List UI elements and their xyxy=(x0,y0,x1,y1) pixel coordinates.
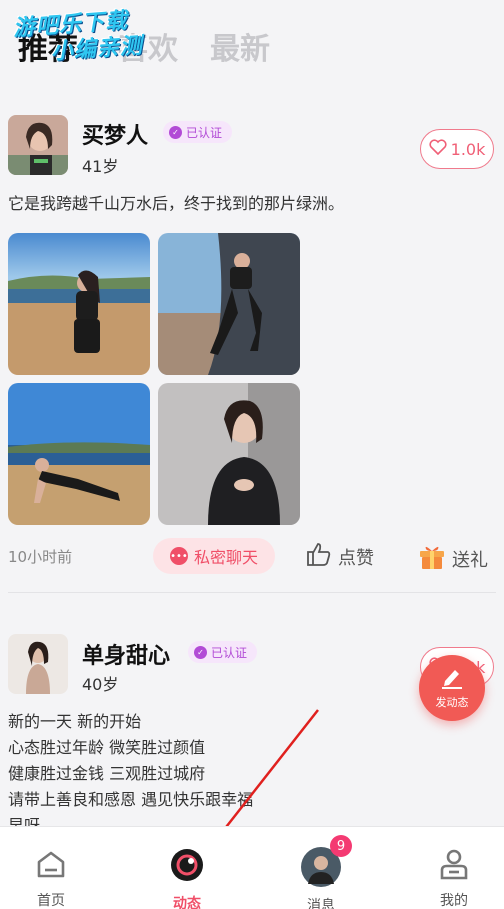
post-photo[interactable] xyxy=(8,233,150,375)
send-gift-button[interactable]: 送礼 xyxy=(418,542,488,575)
nav-moments-label: 动态 xyxy=(173,896,201,909)
gift-label: 送礼 xyxy=(452,549,488,571)
profile-icon xyxy=(439,847,469,880)
nav-home-label: 首页 xyxy=(37,893,65,909)
like-button[interactable]: 点赞 xyxy=(306,542,374,571)
bottom-nav: 首页 动态 9 消息 我的 xyxy=(0,826,504,909)
verified-badge: ✓ 已认证 xyxy=(188,641,258,663)
private-chat-button[interactable]: ••• 私密聊天 xyxy=(153,538,275,574)
user-age: 41岁 xyxy=(82,157,119,176)
like-count-button[interactable]: 1.0k xyxy=(420,129,494,169)
post-text: 它是我跨越千山万水后，终于找到的那片绿洲。 xyxy=(8,194,345,213)
post-photo[interactable] xyxy=(8,383,150,525)
heart-icon xyxy=(429,139,447,159)
verified-badge: ✓ 已认证 xyxy=(163,121,233,143)
post-text: 新的一天 新的开始 心态胜过年龄 微笑胜过颜值 健康胜过金钱 三观胜过城府 请带… xyxy=(8,712,254,835)
like-count: 1.0k xyxy=(450,139,486,159)
divider xyxy=(8,592,496,593)
user-name[interactable]: 买梦人 xyxy=(82,118,148,150)
post-photo[interactable] xyxy=(158,383,300,525)
like-label: 点赞 xyxy=(338,547,374,569)
nav-home[interactable]: 首页 xyxy=(0,827,114,909)
moments-icon xyxy=(169,847,205,883)
avatar-image xyxy=(8,115,68,175)
photo-grid xyxy=(8,233,300,525)
home-icon xyxy=(35,847,67,880)
verified-icon: ✓ xyxy=(194,645,207,659)
nav-profile-label: 我的 xyxy=(440,893,468,909)
watermark-logo: 游吧乐下载 小编亲测 xyxy=(12,8,143,69)
post-time: 10小时前 xyxy=(8,548,73,566)
avatar-image xyxy=(8,634,68,694)
verified-label: 已认证 xyxy=(186,125,223,140)
avatar[interactable] xyxy=(8,115,68,175)
tab-latest[interactable]: 最新 xyxy=(210,24,270,68)
thumbs-up-icon xyxy=(306,542,332,571)
post-moment-label: 发动态 xyxy=(435,695,469,709)
verified-icon: ✓ xyxy=(169,125,182,139)
post-moment-button[interactable]: 发动态 xyxy=(419,655,485,721)
post-actions: 10小时前 ••• 私密聊天 点赞 送礼 xyxy=(0,538,504,574)
pen-icon xyxy=(439,667,465,692)
gift-icon xyxy=(418,542,446,575)
private-chat-label: 私密聊天 xyxy=(193,548,258,567)
post-photo[interactable] xyxy=(158,233,300,375)
top-tab-bar: 推荐 喜欢 最新 游吧乐下载 小编亲测 xyxy=(0,0,504,96)
verified-label: 已认证 xyxy=(211,645,248,660)
user-age: 40岁 xyxy=(82,675,119,694)
nav-messages[interactable]: 9 消息 xyxy=(258,827,384,909)
nav-profile[interactable]: 我的 xyxy=(391,827,504,909)
message-count-badge: 9 xyxy=(330,835,352,857)
user-name[interactable]: 单身甜心 xyxy=(82,638,170,670)
nav-messages-label: 消息 xyxy=(307,898,335,909)
avatar[interactable] xyxy=(8,634,68,694)
nav-moments[interactable]: 动态 xyxy=(124,827,250,909)
chat-bubble-icon: ••• xyxy=(169,547,188,565)
